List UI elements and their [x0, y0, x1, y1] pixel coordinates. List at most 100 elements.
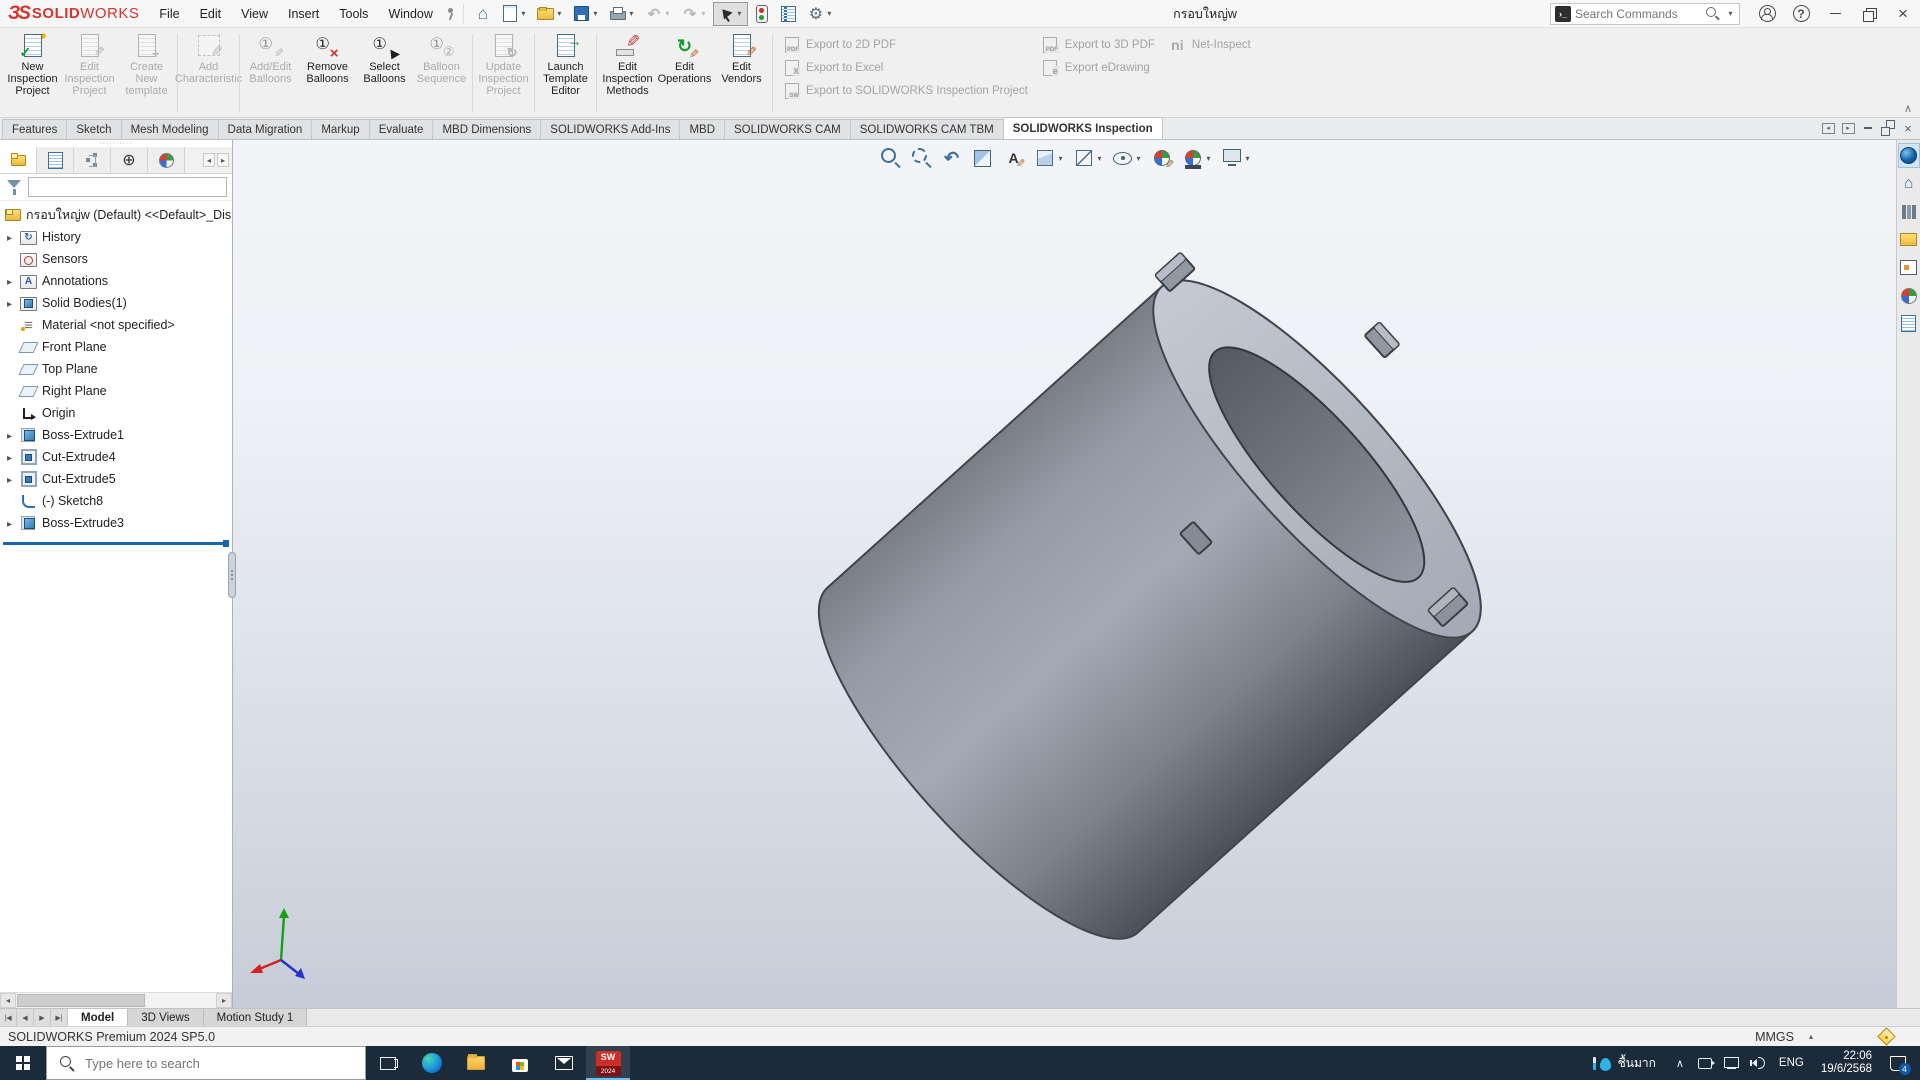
doc-tab-model[interactable]: Model	[68, 1009, 128, 1026]
tree-horizontal-scrollbar[interactable]	[0, 992, 232, 1008]
home-button[interactable]	[470, 2, 496, 26]
tab-solidworks-cam[interactable]: SOLIDWORKS CAM	[724, 119, 851, 139]
new-inspection-project-button[interactable]: New Inspection Project	[4, 30, 61, 97]
open-document-button[interactable]	[533, 2, 568, 26]
tag-icon[interactable]	[1878, 1029, 1894, 1045]
save-button[interactable]	[569, 2, 604, 26]
view-settings-button[interactable]	[1218, 145, 1254, 171]
model-3d-cylinder[interactable]	[233, 140, 1896, 1008]
close-button[interactable]	[1886, 0, 1920, 27]
tree-item-right-plane[interactable]: Right Plane	[0, 380, 232, 402]
clock-widget[interactable]: 22:06 19/6/2568	[1812, 1050, 1881, 1076]
options-gear-button[interactable]	[803, 2, 838, 26]
edge-button[interactable]	[410, 1046, 454, 1080]
taskbar-search-box[interactable]	[46, 1046, 366, 1080]
section-view-button[interactable]	[969, 145, 997, 171]
tree-item-cut-extrude4[interactable]: Cut-Extrude4	[0, 446, 232, 468]
expander-icon[interactable]	[4, 230, 15, 244]
tree-item-solid-bodies-1[interactable]: Solid Bodies(1)	[0, 292, 232, 314]
configurationmanager-tab[interactable]	[74, 147, 111, 173]
tree-root-item[interactable]: กรอบใหญ่w (Default) <<Default>_Displ	[0, 204, 232, 226]
language-indicator[interactable]: ENG	[1771, 1057, 1812, 1069]
tree-item-top-plane[interactable]: Top Plane	[0, 358, 232, 380]
export-edrawing-button[interactable]: Export eDrawing	[1042, 60, 1155, 76]
expander-icon[interactable]	[4, 274, 15, 288]
command-search-box[interactable]	[1550, 3, 1740, 25]
tree-item-cut-extrude5[interactable]: Cut-Extrude5	[0, 468, 232, 490]
solidworks-2024-button[interactable]	[586, 1046, 630, 1080]
dimxpertmanager-tab[interactable]	[111, 147, 148, 173]
tree-item-annotations[interactable]: Annotations	[0, 270, 232, 292]
doc-close-button[interactable]	[1900, 121, 1916, 135]
new-document-button[interactable]	[497, 2, 532, 26]
restore-button[interactable]	[1852, 0, 1886, 27]
undo-button[interactable]	[641, 2, 676, 26]
print-button[interactable]	[605, 2, 640, 26]
panel-splitter-handle[interactable]	[228, 552, 236, 598]
nav-first-button[interactable]	[0, 1009, 17, 1026]
volume-button[interactable]	[1745, 1046, 1771, 1080]
doc-prev-button[interactable]	[1820, 121, 1836, 135]
search-icon[interactable]	[1704, 5, 1722, 23]
tab-solidworks-add-ins[interactable]: SOLIDWORKS Add-Ins	[540, 119, 680, 139]
edit-vendors-button[interactable]: Edit Vendors	[713, 30, 770, 85]
account-button[interactable]	[1750, 0, 1784, 27]
menu-file[interactable]: File	[149, 0, 189, 27]
select-cursor-button[interactable]	[713, 2, 748, 26]
tp-home-button[interactable]	[1898, 171, 1920, 196]
menu-window[interactable]: Window	[378, 0, 442, 27]
rollback-bar[interactable]	[3, 542, 229, 545]
zoom-area-button[interactable]	[907, 145, 935, 171]
create-new-template-button[interactable]: Create New template	[118, 30, 175, 97]
expander-icon[interactable]	[4, 450, 15, 464]
hide-show-items-button[interactable]	[1109, 145, 1145, 171]
tab-features[interactable]: Features	[2, 119, 67, 139]
pin-menu-icon[interactable]	[443, 5, 457, 23]
search-commands-input[interactable]	[1575, 7, 1700, 21]
tree-item-boss-extrude3[interactable]: Boss-Extrude3	[0, 512, 232, 534]
propertymanager-tab[interactable]	[37, 147, 74, 173]
store-button[interactable]	[498, 1046, 542, 1080]
minimize-button[interactable]	[1818, 0, 1852, 27]
launch-template-editor-button[interactable]: Launch Template Editor	[537, 30, 594, 97]
expander-icon[interactable]	[4, 428, 15, 442]
annotation-views-button[interactable]	[1000, 145, 1028, 171]
nav-last-button[interactable]	[51, 1009, 68, 1026]
nav-prev-button[interactable]	[17, 1009, 34, 1026]
units-caret-icon[interactable]	[1802, 1028, 1820, 1046]
custom-properties-button[interactable]	[1898, 311, 1920, 336]
edit-inspection-project-button[interactable]: Edit Inspection Project	[61, 30, 118, 97]
doc-restore-button[interactable]	[1880, 121, 1896, 135]
sw-resources-button[interactable]	[1898, 143, 1920, 168]
expander-icon[interactable]	[4, 296, 15, 310]
add-edit-balloons-button[interactable]: Add/Edit Balloons	[242, 30, 299, 85]
mail-button[interactable]	[542, 1046, 586, 1080]
featuremanager-tab[interactable]	[0, 147, 37, 173]
task-view-button[interactable]	[366, 1046, 410, 1080]
graphics-viewport[interactable]	[233, 140, 1896, 1008]
tray-overflow-button[interactable]	[1667, 1046, 1693, 1080]
view-palette-button[interactable]	[1898, 255, 1920, 280]
balloon-sequence-button[interactable]: Balloon Sequence	[413, 30, 470, 85]
taskbar-search-input[interactable]	[85, 1056, 354, 1071]
file-properties-button[interactable]	[776, 2, 802, 26]
add-characteristic-button[interactable]: Add Characteristic	[180, 30, 237, 85]
notification-center-button[interactable]: 4	[1881, 1046, 1915, 1080]
tree-filter-input[interactable]	[28, 177, 227, 197]
start-button[interactable]	[0, 1046, 46, 1080]
tab-solidworks-cam-tbm[interactable]: SOLIDWORKS CAM TBM	[850, 119, 1004, 139]
tree-item-material-not-specified[interactable]: Material <not specified>	[0, 314, 232, 336]
tab-data-migration[interactable]: Data Migration	[218, 119, 313, 139]
export-to-excel-button[interactable]: Export to Excel	[783, 60, 1028, 76]
search-caret-icon[interactable]	[1726, 5, 1735, 23]
ribbon-collapse-icon[interactable]	[1904, 102, 1912, 115]
tab-sketch[interactable]: Sketch	[66, 119, 121, 139]
scroll-left-button[interactable]	[0, 993, 16, 1008]
units-label[interactable]: MMGS	[1755, 1030, 1794, 1044]
scroll-right-button[interactable]	[216, 993, 232, 1008]
net-inspect-button[interactable]: Net-Inspect	[1169, 37, 1251, 53]
tab-mbd-dimensions[interactable]: MBD Dimensions	[432, 119, 541, 139]
explorer-button[interactable]	[454, 1046, 498, 1080]
menu-insert[interactable]: Insert	[278, 0, 329, 27]
select-balloons-button[interactable]: Select Balloons	[356, 30, 413, 85]
